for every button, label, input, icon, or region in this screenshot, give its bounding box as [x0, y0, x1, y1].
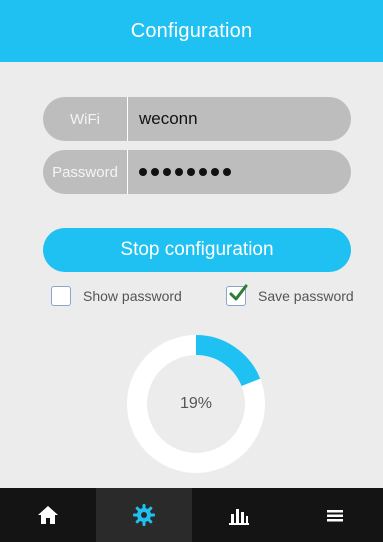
tab-menu[interactable]	[287, 488, 383, 542]
save-password-option[interactable]: Save password	[226, 284, 354, 306]
save-password-checkbox[interactable]	[226, 284, 248, 306]
wifi-field[interactable]: WiFi weconn	[43, 97, 351, 141]
tab-home[interactable]	[0, 488, 96, 542]
gear-icon	[132, 504, 155, 526]
show-password-label: Show password	[83, 288, 182, 304]
password-label: Password	[52, 163, 118, 181]
show-password-checkbox[interactable]	[51, 286, 71, 306]
configuration-screen: Configuration WiFi weconn Password Stop …	[0, 0, 383, 542]
page-title: Configuration	[130, 19, 253, 42]
password-mask-dot	[175, 168, 183, 176]
home-icon	[37, 506, 58, 524]
progress-percent: 19%	[179, 395, 213, 412]
wifi-label: WiFi	[70, 110, 100, 128]
password-mask-dot	[139, 168, 147, 176]
menu-icon	[327, 510, 344, 522]
password-mask-dot	[223, 168, 231, 176]
password-mask-dot	[163, 168, 171, 176]
show-password-option[interactable]: Show password	[51, 286, 182, 306]
chart-icon	[229, 509, 250, 525]
header-bar: Configuration	[0, 0, 383, 62]
progress-ring: 19%	[127, 335, 265, 473]
tab-stats[interactable]	[192, 488, 288, 542]
tab-settings[interactable]	[95, 488, 192, 542]
password-input[interactable]	[128, 168, 231, 176]
password-mask-dot	[187, 168, 195, 176]
password-field[interactable]: Password	[43, 150, 351, 194]
checkmark-icon	[229, 284, 248, 301]
bottom-tab-bar	[0, 488, 383, 542]
password-mask-dot	[151, 168, 159, 176]
password-mask-dot	[199, 168, 207, 176]
save-password-label: Save password	[258, 288, 354, 304]
wifi-input[interactable]: weconn	[128, 109, 198, 129]
password-mask-dot	[211, 168, 219, 176]
stop-configuration-button[interactable]: Stop configuration	[43, 228, 351, 272]
